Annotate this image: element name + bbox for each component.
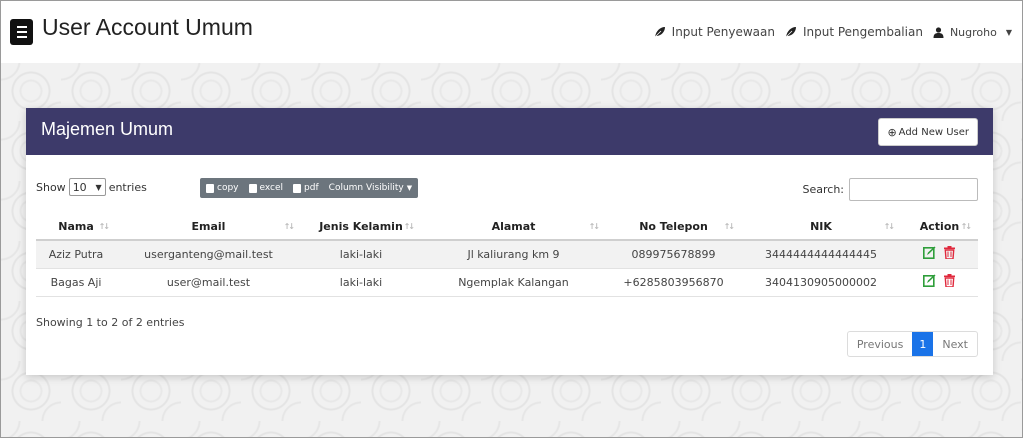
cell-alamat: Jl kaliurang km 9 [421,240,606,269]
search-input[interactable] [849,178,978,201]
col-header-email[interactable]: Email ↑↓ [116,213,301,241]
plus-circle-icon: ⊕ [887,125,897,139]
nav-label: Input Pengembalian [802,25,923,39]
add-new-user-label: Add New User [898,126,969,138]
hamburger-menu-button[interactable] [10,19,33,45]
cell-nama: Bagas Aji [36,268,116,297]
card-title: Majemen Umum [41,119,174,139]
trash-icon[interactable] [943,274,956,287]
trash-icon[interactable] [943,246,956,260]
table-controls: Show 10 ▼ entries copy excel pdf Column … [36,178,978,202]
edit-icon[interactable] [923,274,936,287]
caret-down-icon: ▼ [1005,27,1012,37]
cell-alamat: Ngemplak Kalangan [421,268,606,297]
excel-button[interactable]: excel [248,183,284,193]
sort-icon: ↑↓ [723,222,735,231]
top-navbar: User Account Umum Input Penyewaan Input … [1,1,1022,63]
col-header-jenis-kelamin[interactable]: Jenis Kelamin ↑↓ [301,213,421,241]
cell-jenis-kelamin: laki-laki [301,240,421,269]
cell-no-telepon: 089975678899 [606,240,741,269]
leaf-icon [785,27,796,38]
cell-email: user@mail.test [116,268,301,297]
top-nav: Input Penyewaan Input Pengembalian Nugro… [654,25,1012,39]
column-label: Nama [58,219,94,233]
sort-icon: ↑↓ [98,222,110,231]
copy-button[interactable]: copy [206,183,239,193]
user-name: Nugroho [949,25,997,39]
column-label: NIK [810,219,832,233]
search-box: Search: [802,178,978,201]
sort-icon: ↑↓ [960,222,972,231]
page-1-button[interactable]: 1 [912,332,934,356]
cell-action [901,240,978,269]
cell-action [901,268,978,297]
search-label: Search: [802,183,845,196]
table-info: Showing 1 to 2 of 2 entries [36,316,185,329]
excel-icon [248,183,257,193]
entries-select[interactable]: 10 ▼ [68,178,106,196]
entries-label: entries [108,180,147,194]
col-header-no-telepon[interactable]: No Telepon ↑↓ [606,213,741,241]
edit-icon[interactable] [923,246,936,260]
menu-icon-line [16,26,27,28]
nav-input-penyewaan[interactable]: Input Penyewaan [654,25,775,39]
table-row: Aziz Putra userganteng@mail.test laki-la… [36,240,978,269]
copy-icon [206,183,214,193]
column-label: No Telepon [639,219,708,233]
col-header-nama[interactable]: Nama ↑↓ [36,213,116,241]
pdf-button[interactable]: pdf [293,183,319,193]
export-button-group: copy excel pdf Column Visibility ▼ [200,178,419,198]
next-page-button[interactable]: Next [933,332,977,356]
page-background: User Account Umum Input Penyewaan Input … [0,0,1023,438]
user-icon [933,26,944,38]
cell-no-telepon: +6285803956870 [606,268,741,297]
column-visibility-label: Column Visibility [328,183,404,193]
copy-label: copy [217,183,239,193]
cell-nik: 3444444444444445 [741,240,901,269]
entries-value: 10 [72,180,87,194]
card-header: Majemen Umum ⊕ Add New User [26,108,993,155]
column-label: Jenis Kelamin [319,219,403,233]
col-header-alamat[interactable]: Alamat ↑↓ [421,213,606,241]
show-entries: Show 10 ▼ entries [36,178,147,196]
user-dropdown[interactable]: Nugroho ▼ [933,26,1012,39]
column-visibility-button[interactable]: Column Visibility ▼ [329,183,412,193]
cell-jenis-kelamin: laki-laki [301,268,421,297]
col-header-action[interactable]: Action ↑↓ [901,213,978,241]
pagination: Previous 1 Next [846,331,978,357]
page-title: User Account Umum [42,14,253,40]
sort-icon: ↑↓ [588,222,600,231]
pdf-label: pdf [304,183,319,193]
col-header-nik[interactable]: NIK ↑↓ [741,213,901,241]
column-label: Alamat [491,219,536,233]
menu-icon-line [16,31,27,33]
leaf-icon [654,27,665,38]
sort-icon: ↑↓ [283,222,295,231]
column-label: Email [191,219,226,233]
add-new-user-button[interactable]: ⊕ Add New User [878,118,978,146]
pdf-icon [293,183,302,193]
previous-page-button[interactable]: Previous [848,332,912,356]
table-row: Bagas Aji user@mail.test laki-laki Ngemp… [36,268,978,297]
show-label: Show [36,180,66,194]
caret-down-icon: ▼ [406,184,413,192]
sort-icon: ↑↓ [403,222,415,231]
user-management-card: Majemen Umum ⊕ Add New User Show 10 ▼ en… [26,108,993,375]
chevron-down-icon: ▼ [95,182,102,192]
column-label: Action [919,219,960,233]
users-table: Nama ↑↓ Email ↑↓ Jenis Kelamin ↑↓ Alamat ↑↓ … [36,213,978,297]
nav-input-pengembalian[interactable]: Input Pengembalian [785,25,923,39]
cell-nama: Aziz Putra [36,240,116,269]
sort-icon: ↑↓ [883,222,895,231]
menu-icon-line [16,36,27,38]
cell-email: userganteng@mail.test [116,240,301,269]
nav-label: Input Penyewaan [671,25,775,39]
table-header-row: Nama ↑↓ Email ↑↓ Jenis Kelamin ↑↓ Alamat ↑↓ … [36,213,978,241]
cell-nik: 3404130905000002 [741,268,901,297]
excel-label: excel [259,183,284,193]
